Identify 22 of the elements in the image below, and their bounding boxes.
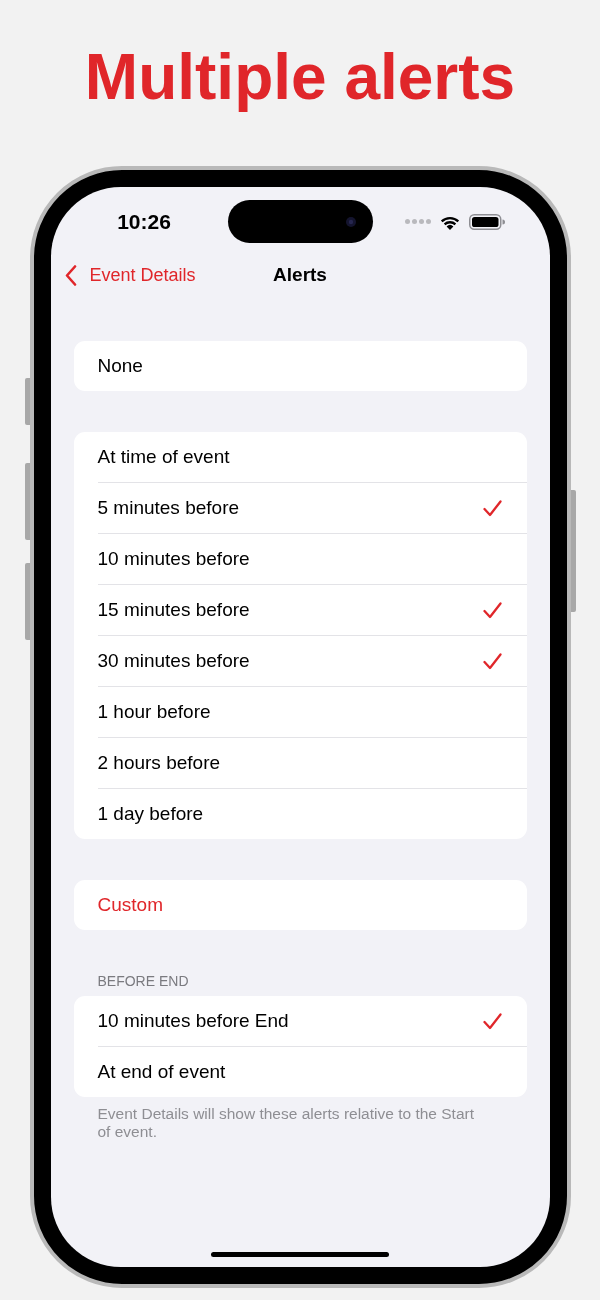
signal-dots-icon [404,219,431,224]
alert-option[interactable]: 1 hour before [73,687,527,737]
alert-option[interactable]: 15 minutes before [73,585,527,635]
alert-option[interactable]: 2 hours before [73,738,527,788]
alert-option[interactable]: None [73,341,527,391]
battery-icon [468,213,505,230]
section-footer: Event Details will show these alerts relative to the Start of event. [97,1105,484,1141]
alert-option[interactable]: 5 minutes before [73,483,527,533]
alert-option[interactable]: 1 day before [73,789,527,839]
section-header: BEFORE END [97,973,190,989]
phone-side-key [24,378,30,425]
status-time: 10:26 [117,209,171,234]
alert-option[interactable]: 10 minutes before End [73,996,527,1046]
alert-option[interactable]: At end of event [73,1047,527,1097]
camera-lens-icon [345,216,356,227]
alert-option[interactable]: At time of event [73,432,527,482]
alert-option[interactable]: 30 minutes before [73,636,527,686]
back-button[interactable]: Event Details [64,261,196,289]
action-button[interactable]: Custom [73,880,527,930]
alert-option[interactable]: 10 minutes before [73,534,527,584]
nav-title: Alerts [273,262,327,287]
chevron-left-icon [64,264,77,286]
